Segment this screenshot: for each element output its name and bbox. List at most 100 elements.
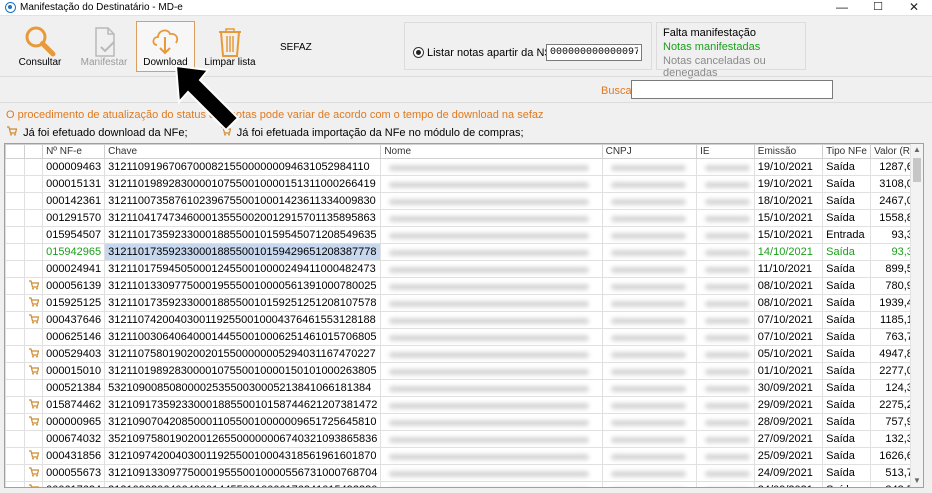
cnpj-cell (601, 379, 698, 397)
nome-cell (380, 209, 603, 227)
nfe-number-cell: 000015131 (42, 175, 106, 193)
tipo-cell: Saída (822, 413, 872, 431)
tipo-cell: Saída (822, 328, 872, 346)
nome-cell (380, 413, 603, 431)
row-status-cell (5, 396, 25, 414)
cnpj-cell (601, 396, 698, 414)
maximize-button[interactable]: ☐ (860, 0, 896, 16)
chave-cell: 3121101989283000010755001000015010100026… (104, 362, 382, 380)
ie-cell (696, 311, 755, 329)
chave-cell: 3121097420040300119255001000431856196160… (104, 447, 382, 465)
info-importacao: Já foi efetuada importação da NFe no mód… (236, 127, 524, 139)
tipo-cell: Saída (822, 311, 872, 329)
nome-cell (380, 311, 603, 329)
nome-cell (380, 464, 603, 482)
table-row[interactable]: 015954507 3121101735923300018855001015954… (5, 226, 923, 244)
row-import-cell (23, 447, 44, 465)
cnpj-cell (601, 311, 698, 329)
chave-cell: 3121101735923300018855001015942965120838… (104, 243, 382, 261)
row-status-cell (5, 243, 25, 261)
vertical-scrollbar[interactable]: ▲ ▼ (910, 144, 923, 487)
table-row[interactable]: 000625146 3121100306406400014455001000625… (5, 328, 923, 346)
table-row[interactable]: 000015131 3121101989283000010755001000015… (5, 175, 923, 193)
table-row[interactable]: 000437646 3121107420040300119255001000437… (5, 311, 923, 329)
row-import-cell (23, 277, 44, 295)
tipo-cell: Saída (822, 430, 872, 448)
cart-icon (28, 467, 40, 480)
tipo-cell: Saída (822, 175, 872, 193)
cnpj-cell (601, 209, 698, 227)
row-import-cell (23, 175, 44, 193)
row-status-cell (5, 328, 25, 346)
consultar-button[interactable]: Consultar (12, 21, 68, 72)
nome-cell (380, 158, 603, 176)
table-row[interactable]: 000056139 3121101330977500019555001000056… (5, 277, 923, 295)
table-row[interactable]: 015874462 3121091735923300018855001015874… (5, 396, 923, 414)
col-icon-a-header[interactable] (5, 144, 25, 159)
chave-cell: 3121104174734600013555002001291570113589… (104, 209, 382, 227)
search-input[interactable] (631, 80, 833, 99)
row-import-cell (23, 362, 44, 380)
cnpj-cell (601, 481, 698, 487)
col-icon-b-header[interactable] (23, 144, 44, 159)
col-nome-header[interactable]: Nome (380, 144, 603, 159)
row-status-cell (5, 260, 25, 278)
emissao-cell: 07/10/2021 (753, 311, 824, 329)
chave-cell: 3121090704208500011055001000000965172564… (104, 413, 382, 431)
row-import-cell (23, 294, 44, 312)
table-row[interactable]: 000024941 3121101759450500012455001000024… (5, 260, 923, 278)
table-row[interactable]: 000431856 3121097420040300119255001000431… (5, 447, 923, 465)
minimize-button[interactable]: — (824, 0, 860, 16)
scroll-down-icon[interactable]: ▼ (911, 475, 923, 487)
row-import-cell (23, 464, 44, 482)
close-button[interactable]: ✕ (896, 0, 932, 16)
ie-cell (696, 379, 755, 397)
row-status-cell (5, 226, 25, 244)
table-row[interactable]: 000142361 3121100735876102396755001000142… (5, 192, 923, 210)
row-status-cell (5, 481, 25, 487)
ie-cell (696, 260, 755, 278)
chave-cell: 3121107580190200201550000000529403116747… (104, 345, 382, 363)
cnpj-cell (601, 158, 698, 176)
ie-cell (696, 362, 755, 380)
search-bar: Buscar (0, 76, 932, 103)
nfe-number-cell: 015925125 (42, 294, 106, 312)
nfe-grid[interactable]: Nº NF-e Chave Nome CNPJ IE Emissão Tipo NFe Val… (4, 143, 924, 488)
table-row[interactable]: 015942965 3121101735923300018855001015942… (5, 243, 923, 261)
col-tipo-header[interactable]: Tipo NFe (822, 144, 872, 159)
cart-icon (28, 348, 40, 361)
col-chave-header[interactable]: Chave (104, 144, 382, 159)
chave-cell: 3121107420040300119255001000437646155312… (104, 311, 382, 329)
row-import-cell (23, 311, 44, 329)
row-status-cell (5, 447, 25, 465)
table-row[interactable]: 000000965 3121090704208500011055001000000… (5, 413, 923, 431)
table-row[interactable]: 000055673 3121091330977500019555001000055… (5, 464, 923, 482)
emissao-cell: 25/09/2021 (753, 447, 824, 465)
emissao-cell: 01/10/2021 (753, 362, 824, 380)
col-emissao-header[interactable]: Emissão (753, 144, 824, 159)
scroll-up-icon[interactable]: ▲ (911, 144, 923, 156)
table-row[interactable]: 001291570 3121104174734600013555002001291… (5, 209, 923, 227)
col-ie-header[interactable]: IE (696, 144, 755, 159)
nfe-number-cell: 000674032 (42, 430, 106, 448)
row-status-cell (5, 311, 25, 329)
col-cnpj-header[interactable]: CNPJ (601, 144, 698, 159)
table-row[interactable]: 000009463 3121109196706700082155000000094… (5, 158, 923, 176)
table-row[interactable]: 000015010 3121101989283000010755001000015… (5, 362, 923, 380)
table-row[interactable]: 000674032 3521097580190200126550000000674… (5, 430, 923, 448)
nsu-radio[interactable] (413, 47, 424, 58)
scroll-thumb[interactable] (913, 158, 921, 182)
table-row[interactable]: 015925125 3121101735923300018855001015925… (5, 294, 923, 312)
cart-icon (28, 365, 40, 378)
manifestar-button[interactable]: Manifestar (76, 21, 132, 72)
row-status-cell (5, 158, 25, 176)
table-row[interactable]: 000529403 3121107580190200201550000000529… (5, 345, 923, 363)
emissao-cell: 15/10/2021 (753, 209, 824, 227)
nome-cell (380, 260, 603, 278)
chave-cell: 5321090085080000253550030005213841066181… (104, 379, 382, 397)
table-row[interactable]: 000521384 5321090085080000253550030005213… (5, 379, 923, 397)
col-nfe-header[interactable]: Nº NF-e (42, 144, 106, 159)
nsu-input[interactable] (546, 44, 642, 61)
tipo-cell: Saída (822, 243, 872, 261)
table-row[interactable]: 0006176243121090306406400014455001000617… (5, 481, 923, 487)
